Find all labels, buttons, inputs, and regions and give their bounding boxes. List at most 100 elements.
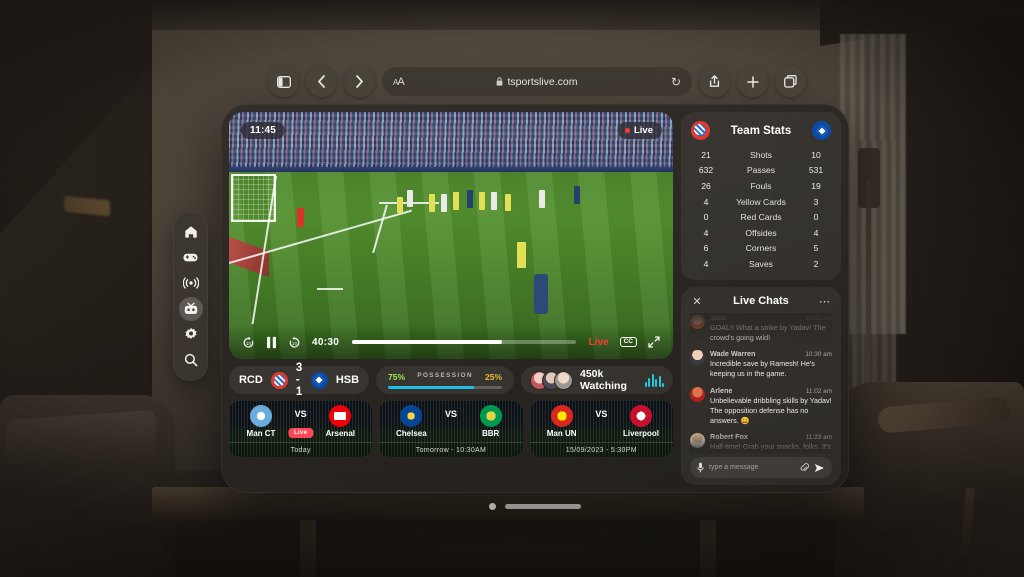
arsenal-logo-icon [329, 405, 352, 427]
share-button[interactable] [699, 66, 730, 97]
forward-button[interactable] [344, 66, 375, 97]
show-tabs-button[interactable] [775, 66, 806, 97]
stat-row: 21 Shots 10 [691, 147, 831, 163]
avatar [690, 386, 705, 402]
url-text: tsportslive.com [507, 75, 578, 88]
card-teams: VS Man CT Arsenal Live [229, 401, 372, 442]
fullscreen-icon [648, 336, 660, 348]
chat-timestamp: 10:30 am [805, 351, 832, 359]
stat-row: 6 Corners 5 [691, 241, 831, 257]
avatar [690, 313, 705, 329]
mic-icon[interactable] [697, 462, 704, 473]
stat-away-value: 3 [813, 196, 819, 207]
video-player[interactable]: 11:45 Live 10 10 40:30 Live CC [229, 112, 673, 359]
avatar [690, 350, 705, 366]
chat-timestamp: 10:15 am [805, 314, 832, 322]
stat-home-value: 26 [701, 180, 711, 191]
stat-away-value: 5 [813, 243, 819, 254]
window-close-dot[interactable] [489, 503, 496, 510]
chat-message-list[interactable]: Jane 10:15 am GOAL!! What a strike by Ya… [690, 312, 832, 453]
card-content: VS Man CT Arsenal Live Today [229, 401, 373, 457]
stat-row: 0 Red Cards 0 [691, 209, 831, 225]
match-card[interactable]: VS Man CT Arsenal Live Today [229, 401, 373, 457]
match-score: 3 - 1 [295, 362, 303, 398]
stat-home-value: 0 [703, 212, 709, 223]
window-resize-handle[interactable] [505, 504, 581, 509]
sidebar-icon [276, 75, 291, 88]
chat-author: Arlene [710, 385, 733, 395]
vs-label: VS [444, 409, 457, 419]
gamepad-icon [183, 253, 198, 262]
send-icon[interactable] [814, 463, 825, 473]
stat-name: Yellow Cards [736, 196, 786, 207]
gear-icon [184, 328, 197, 340]
sidebar-toggle-button[interactable] [268, 66, 299, 97]
player-7 [479, 192, 485, 210]
live-chats-title: Live Chats [733, 295, 789, 308]
hsb-hamburg-crest-icon [310, 371, 328, 389]
avatar [690, 433, 705, 449]
crowd [229, 112, 673, 174]
stats-strip: RCD 3 - 1 HSB 75% POSSESSION 25% 450k Wa… [229, 362, 673, 398]
chat-message-meta: Robert Fox 11:23 am [710, 432, 832, 441]
chat-input-bar[interactable]: type a message [690, 457, 832, 478]
close-icon[interactable]: ✕ [690, 295, 704, 308]
home-team-abbr: RCD [238, 374, 263, 386]
sidebar-item-tv[interactable] [178, 296, 203, 321]
sidebar-item-settings[interactable] [179, 322, 203, 346]
home-team-name: Man UN [546, 429, 577, 438]
watching-counter[interactable]: 450k Watching [521, 366, 673, 394]
progress-fill [352, 340, 502, 344]
back-button[interactable] [306, 66, 337, 97]
live-chats-panel: ✕ Live Chats ⋯ Jane 10:15 am GOAL!! What… [681, 286, 841, 485]
stat-away-value: 531 [808, 165, 824, 176]
more-options-icon[interactable]: ⋯ [818, 295, 832, 308]
closed-captions-button[interactable]: CC [619, 336, 637, 348]
stat-name: Shots [750, 149, 772, 160]
pause-button[interactable] [266, 336, 277, 349]
score-bar[interactable]: RCD 3 - 1 HSB [229, 362, 369, 398]
live-tag: Live [288, 428, 314, 438]
reload-button[interactable]: ↻ [671, 75, 681, 89]
sports-app-window: 11:45 Live 10 10 40:30 Live CC RCD 3 - 1… [221, 104, 849, 493]
stat-row: 4 Yellow Cards 3 [691, 194, 831, 210]
watching-count-label: 450k Watching [580, 368, 627, 392]
stat-name: Corners [745, 243, 777, 254]
match-card[interactable]: VS Chelsea BBR Tomorrow - 10:30AM [379, 401, 523, 457]
player-11 [574, 186, 580, 204]
progress-scrubber[interactable] [352, 340, 576, 344]
hsb-hamburg-crest-icon [812, 121, 831, 140]
text-size-button[interactable]: AA [393, 76, 405, 88]
sidebar-item-home[interactable] [179, 220, 203, 244]
player-5 [453, 192, 459, 210]
forward-10-icon: 10 [289, 336, 300, 348]
card-content: VS Chelsea BBR Tomorrow - 10:30AM [379, 401, 523, 457]
stat-name: Red Cards [740, 212, 782, 223]
share-icon [709, 75, 720, 87]
sidebar-item-games[interactable] [179, 245, 203, 269]
paperclip-icon[interactable] [800, 463, 809, 472]
team-stats-title: Team Stats [730, 124, 792, 137]
away-team-abbr: HSB [335, 374, 360, 386]
chat-message-input[interactable]: type a message [709, 464, 795, 471]
sidebar-item-search[interactable] [179, 348, 203, 372]
search-icon [184, 353, 197, 367]
live-indicator-label[interactable]: Live [589, 337, 609, 348]
address-bar[interactable]: AA tsportslive.com ↻ [382, 67, 692, 96]
chat-message-body: Arlene 11:02 am Unbelievable dribbling s… [710, 386, 832, 427]
chat-timestamp: 11:23 am [805, 434, 832, 442]
rcd-espanyol-crest-icon [691, 121, 710, 140]
stat-home-value: 4 [703, 196, 709, 207]
rcd-espanyol-crest-icon [270, 371, 288, 389]
rewind-button[interactable]: 10 [242, 336, 255, 349]
vs-label: VS [595, 409, 608, 419]
ceiling [152, 0, 864, 30]
forward-button[interactable]: 10 [288, 336, 301, 349]
desk-leg-right [700, 520, 716, 577]
chat-author: Wade Warren [710, 349, 756, 359]
new-tab-button[interactable] [737, 66, 768, 97]
fullscreen-button[interactable] [648, 336, 660, 348]
desk-leg-left [300, 520, 316, 577]
match-card[interactable]: VS Man UN Liverpool 15/09/2023 - 5:30PM [529, 401, 673, 457]
sidebar-item-live[interactable] [179, 271, 203, 295]
